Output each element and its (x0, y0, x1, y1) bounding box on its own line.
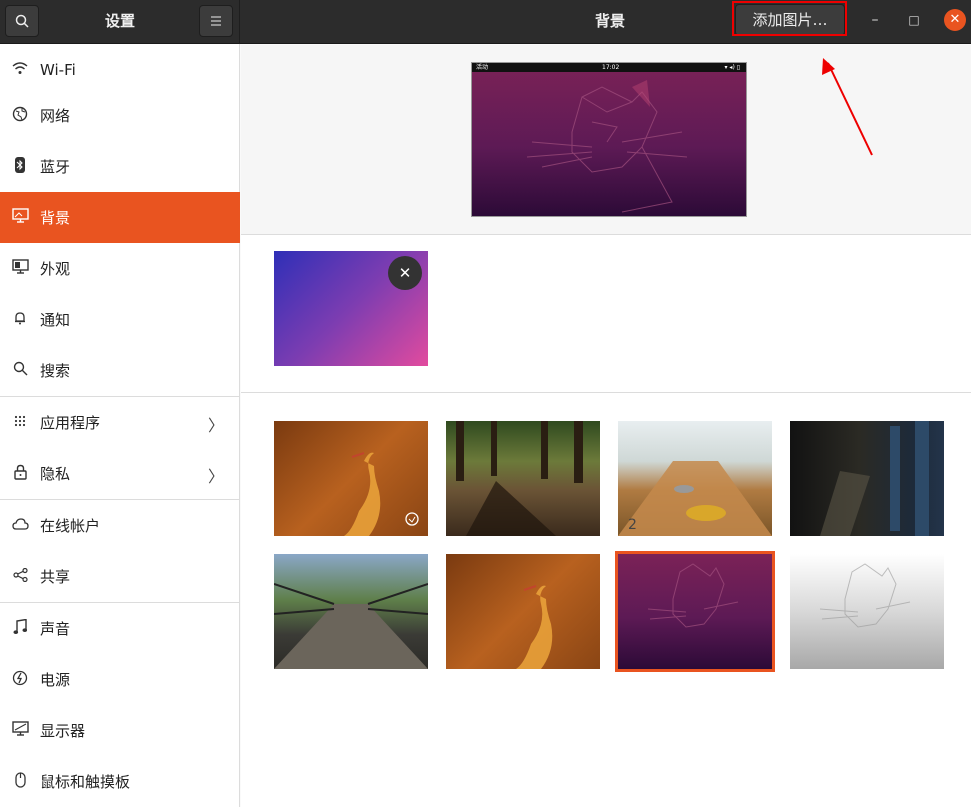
lock-icon (0, 464, 40, 484)
heron-illustration (344, 452, 419, 536)
sidebar-item-bluetooth[interactable]: 蓝牙 (0, 141, 240, 192)
sidebar-item-label: 网络 (40, 107, 71, 125)
forest-photo (456, 421, 583, 536)
remove-wallpaper-button[interactable]: ✕ (388, 256, 422, 290)
chevron-right-icon: 〉 (207, 467, 224, 486)
sidebar-item-sharing[interactable]: 共享 (0, 551, 240, 602)
mascot-illustration (819, 563, 911, 628)
sidebar-item-privacy[interactable]: 隐私 〉 (0, 448, 240, 499)
wallpaper-thumbnail[interactable] (790, 421, 944, 536)
shuffleboard-photo: 2 (618, 461, 772, 536)
sidebar-item-label: 共享 (40, 568, 71, 586)
sidebar-item-online-accounts[interactable]: 在线帐户 (0, 500, 240, 551)
sidebar-item-label: 通知 (40, 311, 71, 329)
wallpaper-thumbnail[interactable] (274, 554, 428, 669)
share-icon (0, 567, 40, 586)
sidebar-item-label: 在线帐户 (40, 517, 101, 535)
preview-status-icons: ▾ ◂) ▯ (724, 64, 740, 71)
sidebar-item-sound[interactable]: 声音 (0, 603, 240, 654)
sidebar-title: 设置 (104, 12, 135, 30)
sidebar-item-label: 外观 (40, 260, 71, 278)
sidebar: Wi-Fi 网络 蓝牙 背景 外观 通知 搜索 应用程序 〉 隐私 〉 在线帐户… (0, 44, 240, 807)
sidebar-item-wifi[interactable]: Wi-Fi (0, 44, 240, 95)
sidebar-item-label: 电源 (40, 671, 71, 689)
desktop-preview: 活动 17:02 ▾ ◂) ▯ (471, 62, 747, 217)
search-icon (0, 361, 40, 380)
title-bar: 设置 背景 添加图片… – □ ✕ (0, 0, 971, 44)
page-title: 背景 (594, 12, 625, 30)
wallpaper-thumbnail[interactable] (790, 554, 944, 669)
sidebar-item-mouse[interactable]: 鼠标和触摸板 (0, 756, 240, 807)
cloud-icon (0, 517, 40, 534)
mascot-illustration (647, 563, 739, 628)
hamburger-icon (211, 16, 221, 26)
bluetooth-icon (0, 156, 40, 177)
chevron-right-icon: 〉 (207, 416, 224, 435)
close-button[interactable]: ✕ (944, 9, 966, 31)
sidebar-item-network[interactable]: 网络 (0, 90, 240, 141)
svg-text:2: 2 (628, 517, 637, 533)
sidebar-item-appearance[interactable]: 外观 (0, 243, 240, 294)
sidebar-item-label: 背景 (40, 209, 71, 227)
sidebar-item-label: 搜索 (40, 362, 71, 380)
background-icon (0, 208, 40, 227)
sidebar-item-power[interactable]: 电源 (0, 654, 240, 705)
subway-photo (820, 421, 929, 536)
appearance-icon (0, 259, 40, 278)
sidebar-item-label: 隐私 (40, 465, 71, 483)
sidebar-item-label: 应用程序 (40, 414, 101, 432)
display-icon (0, 721, 40, 740)
music-icon (0, 618, 40, 639)
sidebar-item-label: 鼠标和触摸板 (40, 773, 131, 791)
wallpaper-thumbnail[interactable] (446, 554, 600, 669)
bridge-photo (274, 583, 428, 669)
network-icon (0, 106, 40, 126)
sidebar-item-background[interactable]: 背景 (0, 192, 240, 243)
mouse-icon (0, 771, 40, 792)
heron-illustration (516, 585, 553, 669)
sidebar-item-displays[interactable]: 显示器 (0, 705, 240, 756)
wifi-icon (0, 61, 40, 79)
sidebar-item-notifications[interactable]: 通知 (0, 294, 240, 345)
sidebar-item-label: 声音 (40, 620, 71, 638)
menu-button[interactable] (199, 5, 233, 37)
mascot-illustration (526, 80, 688, 213)
close-icon: ✕ (398, 264, 412, 282)
sidebar-item-label: 蓝牙 (40, 158, 71, 176)
bell-icon (0, 311, 40, 329)
sidebar-item-search[interactable]: 搜索 (0, 345, 240, 396)
wallpaper-thumbnail[interactable] (446, 421, 600, 536)
wallpaper-thumbnail[interactable] (274, 421, 428, 536)
preview-clock: 17:02 (602, 64, 620, 71)
wallpaper-thumbnail-selected[interactable] (615, 551, 775, 672)
search-icon (15, 14, 29, 28)
search-button[interactable] (5, 5, 39, 37)
custom-wallpapers-area: ✕ (241, 236, 971, 393)
sidebar-header: 设置 (0, 0, 240, 44)
sidebar-item-label: Wi-Fi (40, 60, 76, 79)
apps-icon (0, 415, 40, 431)
annotation-arrow (822, 58, 873, 156)
highlight-box (732, 1, 847, 36)
sidebar-item-applications[interactable]: 应用程序 〉 (0, 397, 240, 448)
minimize-button[interactable]: – (864, 9, 886, 31)
maximize-button[interactable]: □ (903, 9, 925, 31)
preview-topbar: 活动 17:02 ▾ ◂) ▯ (472, 63, 746, 72)
power-icon (0, 670, 40, 690)
sidebar-item-label: 显示器 (40, 722, 86, 740)
preview-activities: 活动 (476, 64, 489, 71)
wallpaper-thumbnail[interactable]: 2 (618, 421, 772, 536)
